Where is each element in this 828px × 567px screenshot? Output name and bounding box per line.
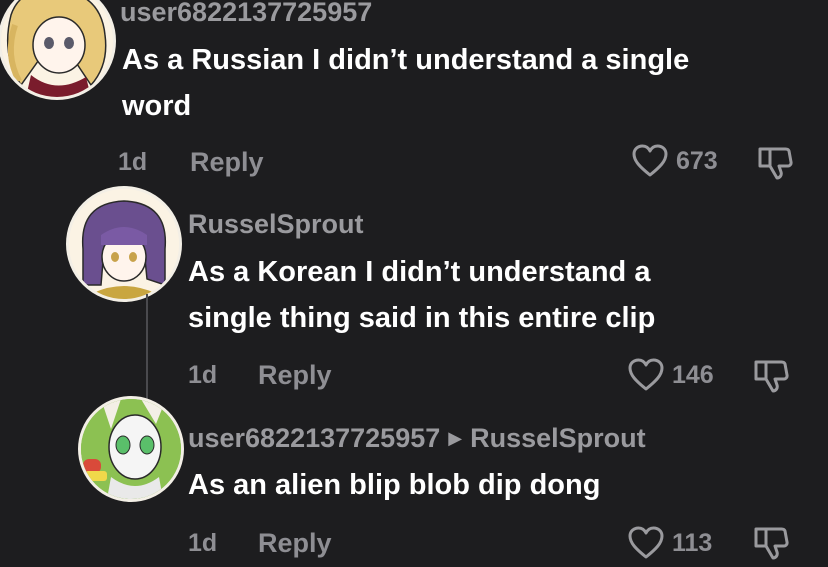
dislike-button[interactable] xyxy=(756,144,794,187)
comment-text: As a Korean I didn’t understand a single… xyxy=(188,249,655,341)
reply-arrow-icon: ▶ xyxy=(448,428,463,448)
like-button[interactable]: 146 xyxy=(628,358,714,392)
like-count: 673 xyxy=(676,146,718,175)
comment-text-line: As a Russian I didn’t understand a singl… xyxy=(122,44,690,76)
thumbs-down-icon xyxy=(754,527,789,560)
comment-text: As an alien blip blob dip dong xyxy=(188,462,600,508)
comment-text-line: As an alien blip blob dip dong xyxy=(188,469,601,501)
like-button[interactable]: 673 xyxy=(632,144,718,178)
avatar[interactable] xyxy=(66,186,182,302)
reply-button[interactable]: Reply xyxy=(258,528,332,559)
avatar[interactable] xyxy=(0,0,116,100)
reply-target[interactable]: RusselSprout xyxy=(470,423,646,453)
like-button[interactable]: 113 xyxy=(628,526,712,560)
heart-icon xyxy=(628,358,664,391)
reply-button[interactable]: Reply xyxy=(190,147,264,178)
alien-avatar-icon xyxy=(81,399,181,499)
comment-text-line: As a Korean I didn’t understand a xyxy=(188,256,651,288)
reply-author[interactable]: user6822137725957 xyxy=(188,423,440,453)
thread-connector-line xyxy=(146,294,148,404)
comment-time: 1d xyxy=(188,529,218,557)
purple-hair-anime-avatar-icon xyxy=(69,189,179,299)
blonde-anime-girl-avatar-icon xyxy=(1,0,113,97)
heart-icon xyxy=(628,526,664,559)
like-count: 113 xyxy=(672,528,713,557)
like-count: 146 xyxy=(672,360,714,389)
reply-button[interactable]: Reply xyxy=(258,360,332,391)
comment-text-line: single thing said in this entire clip xyxy=(188,302,656,334)
avatar[interactable] xyxy=(78,396,184,502)
comment-text: As a Russian I didn’t understand a singl… xyxy=(122,37,689,129)
comment-username[interactable]: user6822137725957 ▶ RusselSprout xyxy=(188,423,646,454)
dislike-button[interactable] xyxy=(752,357,790,400)
comment-username[interactable]: user6822137725957 xyxy=(120,0,372,28)
thumbs-down-icon xyxy=(754,360,789,393)
thumbs-down-icon xyxy=(758,147,793,180)
comment-time: 1d xyxy=(118,148,148,176)
comment-text-line: word xyxy=(122,90,192,122)
comment-username[interactable]: RusselSprout xyxy=(188,209,364,240)
heart-icon xyxy=(632,144,668,177)
dislike-button[interactable] xyxy=(752,524,790,567)
comment-time: 1d xyxy=(188,361,218,389)
